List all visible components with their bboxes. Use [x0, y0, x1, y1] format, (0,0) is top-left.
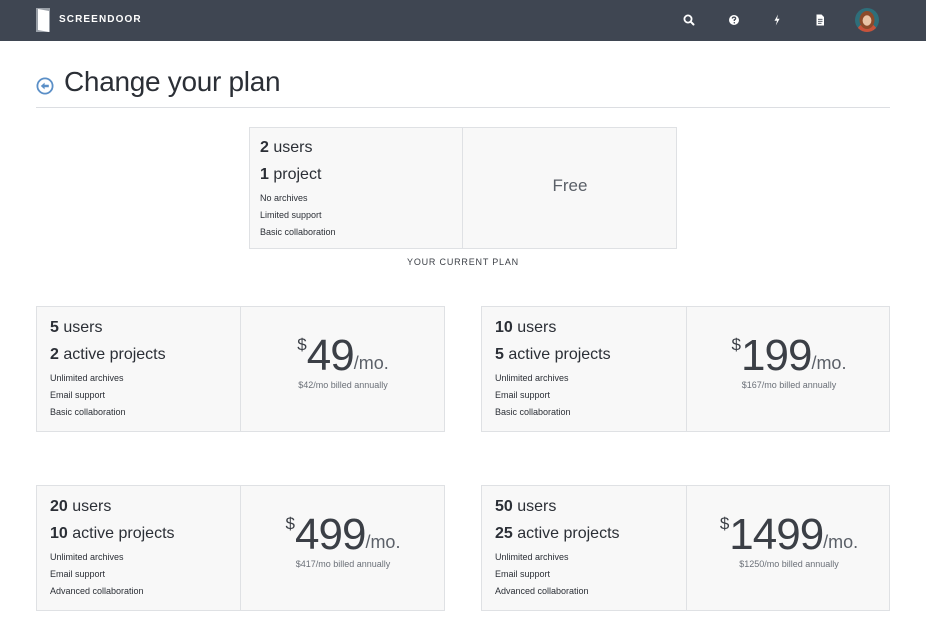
plan-feature: Advanced collaboration — [50, 586, 144, 596]
plan-feature: Unlimited archives — [495, 373, 569, 383]
currency-symbol: $ — [285, 514, 296, 533]
annual-billing-note: $167/mo billed annually — [741, 380, 837, 390]
annual-billing-note: $417/mo billed annually — [295, 559, 391, 569]
help-icon[interactable] — [727, 13, 741, 27]
title-divider — [36, 107, 890, 108]
document-icon[interactable] — [813, 13, 827, 27]
plan-feature: Limited support — [260, 210, 322, 220]
plan-feature: Basic collaboration — [260, 227, 336, 237]
price-period: /mo. — [365, 532, 401, 552]
price-amount: 49 — [306, 331, 355, 380]
plan-price: $199/mo. $167/mo billed annually — [687, 331, 891, 391]
users-count: 20 — [50, 498, 68, 515]
currency-symbol: $ — [297, 335, 307, 354]
plan-users: 2 users — [260, 139, 312, 157]
price-period: /mo. — [811, 353, 847, 373]
plan-feature: Email support — [495, 569, 551, 579]
plan-feature: Basic collaboration — [495, 407, 571, 417]
plan-projects: 1 project — [260, 166, 321, 184]
currency-symbol: $ — [719, 514, 730, 533]
users-label: users — [72, 498, 112, 515]
plan-projects: 25 active projects — [495, 525, 620, 543]
plan-card-20-users[interactable]: 20 users 10 active projects Unlimited ar… — [36, 485, 445, 611]
plan-feature: Unlimited archives — [50, 373, 124, 383]
plan-users: 20 users — [50, 498, 111, 516]
plan-card-10-users[interactable]: 10 users 5 active projects Unlimited arc… — [481, 306, 890, 432]
plan-feature: No archives — [260, 193, 308, 203]
users-count: 5 — [50, 319, 59, 336]
plan-price: $499/mo. $417/mo billed annually — [241, 510, 445, 570]
bolt-icon[interactable] — [770, 13, 784, 27]
projects-count: 5 — [495, 346, 504, 363]
plan-feature: Email support — [50, 390, 106, 400]
projects-label: active projects — [508, 346, 611, 363]
page-title: Change your plan — [64, 66, 281, 97]
brand-name[interactable]: SCREENDOOR — [59, 14, 142, 25]
top-navigation-bar: SCREENDOOR — [0, 0, 926, 41]
users-label: users — [517, 498, 557, 515]
price-amount: 1499 — [729, 510, 824, 559]
price-period: /mo. — [823, 532, 859, 552]
projects-count: 1 — [260, 166, 269, 183]
plan-users: 5 users — [50, 319, 102, 337]
plan-feature: Email support — [50, 569, 106, 579]
plan-card-5-users[interactable]: 5 users 2 active projects Unlimited arch… — [36, 306, 445, 432]
plan-feature: Unlimited archives — [495, 552, 569, 562]
plan-users: 10 users — [495, 319, 556, 337]
plan-feature: Email support — [495, 390, 551, 400]
back-arrow-icon[interactable] — [36, 77, 54, 95]
search-icon[interactable] — [682, 13, 696, 27]
plan-users: 50 users — [495, 498, 556, 516]
users-label: users — [517, 319, 557, 336]
current-plan-card: 2 users 1 project No archives Limited su… — [249, 127, 677, 249]
user-avatar[interactable] — [855, 8, 879, 32]
plan-price: $49/mo. $42/mo billed annually — [241, 331, 445, 391]
currency-symbol: $ — [731, 335, 742, 354]
plan-price: $1499/mo. $1250/mo billed annually — [687, 510, 891, 570]
projects-count: 25 — [495, 525, 513, 542]
annual-billing-note: $1250/mo billed annually — [739, 559, 839, 569]
plan-projects: 2 active projects — [50, 346, 166, 364]
plan-price-free: Free — [552, 176, 588, 195]
users-count: 10 — [495, 319, 513, 336]
projects-count: 2 — [50, 346, 59, 363]
users-label: users — [273, 139, 313, 156]
current-plan-caption: YOUR CURRENT PLAN — [407, 257, 519, 267]
plan-feature: Advanced collaboration — [495, 586, 589, 596]
projects-count: 10 — [50, 525, 68, 542]
price-amount: 199 — [741, 331, 812, 380]
plan-projects: 5 active projects — [495, 346, 611, 364]
price-period: /mo. — [353, 353, 389, 373]
plan-card-50-users[interactable]: 50 users 25 active projects Unlimited ar… — [481, 485, 890, 611]
plan-feature: Basic collaboration — [50, 407, 126, 417]
projects-label: active projects — [63, 346, 166, 363]
projects-label: active projects — [72, 525, 175, 542]
screendoor-logo-icon[interactable] — [36, 8, 50, 32]
users-count: 2 — [260, 139, 269, 156]
projects-label: project — [273, 166, 322, 183]
plan-projects: 10 active projects — [50, 525, 175, 543]
projects-label: active projects — [517, 525, 620, 542]
plan-feature: Unlimited archives — [50, 552, 124, 562]
users-count: 50 — [495, 498, 513, 515]
users-label: users — [63, 319, 103, 336]
price-amount: 499 — [295, 510, 366, 559]
annual-billing-note: $42/mo billed annually — [298, 380, 388, 390]
